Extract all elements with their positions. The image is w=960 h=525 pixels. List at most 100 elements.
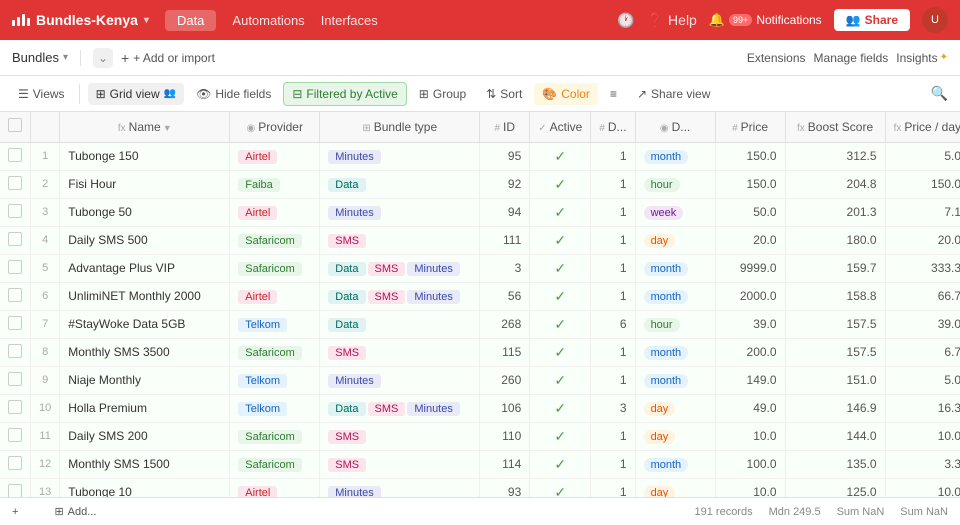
duration-tag: hour xyxy=(644,178,680,192)
row-price: 149.0 xyxy=(715,366,785,394)
row-height-button[interactable]: ≡ xyxy=(602,83,625,105)
th-provider[interactable]: ◉Provider xyxy=(230,112,320,142)
grid-view-button[interactable]: ⊞ Grid view 👥 xyxy=(88,83,185,105)
avatar[interactable]: U xyxy=(922,7,948,33)
add-import-button[interactable]: + + Add or import xyxy=(121,50,215,66)
row-price: 50.0 xyxy=(715,198,785,226)
row-checkbox[interactable] xyxy=(8,148,22,162)
row-price-day: 150.0 xyxy=(885,170,960,198)
th-price[interactable]: #Price xyxy=(715,112,785,142)
breadcrumb-bundles[interactable]: Bundles ▾ xyxy=(12,50,68,65)
provider-tag: Airtel xyxy=(238,486,277,498)
row-checkbox[interactable] xyxy=(8,232,22,246)
row-active: ✓ xyxy=(530,226,591,254)
row-checkbox[interactable] xyxy=(8,316,22,330)
group-button[interactable]: ⊞ Group xyxy=(411,83,474,105)
th-bundle-type[interactable]: ⊞Bundle type xyxy=(320,112,480,142)
tag-icon: ◉ xyxy=(247,123,256,134)
row-d2: hour xyxy=(635,310,715,338)
sort-button[interactable]: ⇅ Sort xyxy=(478,83,530,105)
filter-button[interactable]: ⊟ Filtered by Active xyxy=(283,82,406,106)
row-checkbox-cell[interactable] xyxy=(0,338,31,366)
app-logo[interactable]: Bundles-Kenya ▾ xyxy=(12,12,149,28)
row-price-day: 333.3 xyxy=(885,254,960,282)
add-field-button[interactable]: ⊞ Add... xyxy=(54,505,96,518)
row-checkbox-cell[interactable] xyxy=(0,422,31,450)
add-row-button[interactable]: + xyxy=(12,506,18,518)
nav-data[interactable]: Data xyxy=(165,10,216,31)
nav-automations[interactable]: Automations xyxy=(232,13,304,28)
views-icon: ☰ xyxy=(18,87,29,101)
nav-interfaces[interactable]: Interfaces xyxy=(321,13,378,28)
row-checkbox-cell[interactable] xyxy=(0,450,31,478)
th-price-day[interactable]: fxPrice / day xyxy=(885,112,960,142)
row-price: 39.0 xyxy=(715,310,785,338)
row-checkbox[interactable] xyxy=(8,344,22,358)
row-checkbox[interactable] xyxy=(8,260,22,274)
row-bundle-type: Minutes xyxy=(320,142,480,170)
row-active: ✓ xyxy=(530,254,591,282)
active-checkmark-icon: ✓ xyxy=(554,484,566,498)
row-name: Monthly SMS 3500 xyxy=(60,338,230,366)
insights-button[interactable]: Insights✦ xyxy=(896,51,948,65)
search-button[interactable]: 🔍 xyxy=(931,85,948,102)
row-checkbox-cell[interactable] xyxy=(0,254,31,282)
header-checkbox[interactable] xyxy=(8,118,22,132)
hash2-icon: # xyxy=(599,123,605,134)
share-button[interactable]: 👥 Share xyxy=(834,9,910,31)
app-dropdown-icon[interactable]: ▾ xyxy=(144,15,149,26)
row-checkbox-cell[interactable] xyxy=(0,366,31,394)
row-checkbox-cell[interactable] xyxy=(0,478,31,497)
breadcrumb-label: Bundles xyxy=(12,50,59,65)
row-price: 20.0 xyxy=(715,226,785,254)
row-checkbox[interactable] xyxy=(8,176,22,190)
th-id[interactable]: #ID xyxy=(480,112,530,142)
row-checkbox-cell[interactable] xyxy=(0,310,31,338)
row-provider: Airtel xyxy=(230,198,320,226)
bundle-type-tag: Data xyxy=(328,262,365,276)
hide-fields-button[interactable]: 👁 Hide fields xyxy=(188,83,279,105)
row-checkbox[interactable] xyxy=(8,428,22,442)
row-checkbox[interactable] xyxy=(8,400,22,414)
th-name[interactable]: fxName▼ xyxy=(60,112,230,142)
row-checkbox-cell[interactable] xyxy=(0,226,31,254)
views-button[interactable]: ☰ Views xyxy=(12,83,71,105)
th-d1[interactable]: #D... xyxy=(591,112,635,142)
manage-fields-button[interactable]: Manage fields xyxy=(814,51,889,65)
toolbar-divider-1 xyxy=(79,84,80,104)
history-icon[interactable]: 🕐 xyxy=(617,12,634,29)
th-d2[interactable]: ◉D... xyxy=(635,112,715,142)
row-checkbox-cell[interactable] xyxy=(0,142,31,170)
row-checkbox[interactable] xyxy=(8,484,22,498)
row-checkbox-cell[interactable] xyxy=(0,282,31,310)
th-boost-score[interactable]: fxBoost Score xyxy=(785,112,885,142)
row-checkbox[interactable] xyxy=(8,456,22,470)
row-provider: Airtel xyxy=(230,478,320,497)
row-checkbox[interactable] xyxy=(8,372,22,386)
bundle-type-tag: SMS xyxy=(328,234,366,248)
notifications-button[interactable]: 🔔 99+ Notifications xyxy=(709,12,822,28)
table-row: 5 Advantage Plus VIP Safaricom DataSMSMi… xyxy=(0,254,960,282)
help-icon[interactable]: ❓ Help xyxy=(647,12,697,29)
row-checkbox[interactable] xyxy=(8,288,22,302)
duration-tag: month xyxy=(644,346,689,360)
grid-people-icon: 👥 xyxy=(164,88,176,99)
row-id: 110 xyxy=(480,422,530,450)
sum-stat-1: Sum NaN xyxy=(837,506,885,518)
share-view-button[interactable]: ↗ Share view xyxy=(629,83,718,105)
color-button[interactable]: 🎨 Color xyxy=(534,83,598,105)
extensions-button[interactable]: Extensions xyxy=(747,51,806,65)
th-active[interactable]: ✓Active xyxy=(530,112,591,142)
row-checkbox-cell[interactable] xyxy=(0,170,31,198)
row-checkbox[interactable] xyxy=(8,204,22,218)
duration-tag: month xyxy=(644,374,689,388)
row-number: 9 xyxy=(31,366,60,394)
row-d1: 1 xyxy=(591,170,635,198)
notifications-label: Notifications xyxy=(756,13,821,27)
nav-expand-button[interactable]: ⌄ xyxy=(93,48,113,68)
th-checkbox[interactable] xyxy=(0,112,31,142)
row-checkbox-cell[interactable] xyxy=(0,394,31,422)
row-checkbox-cell[interactable] xyxy=(0,198,31,226)
row-d2: month xyxy=(635,450,715,478)
row-boost-score: 151.0 xyxy=(785,366,885,394)
